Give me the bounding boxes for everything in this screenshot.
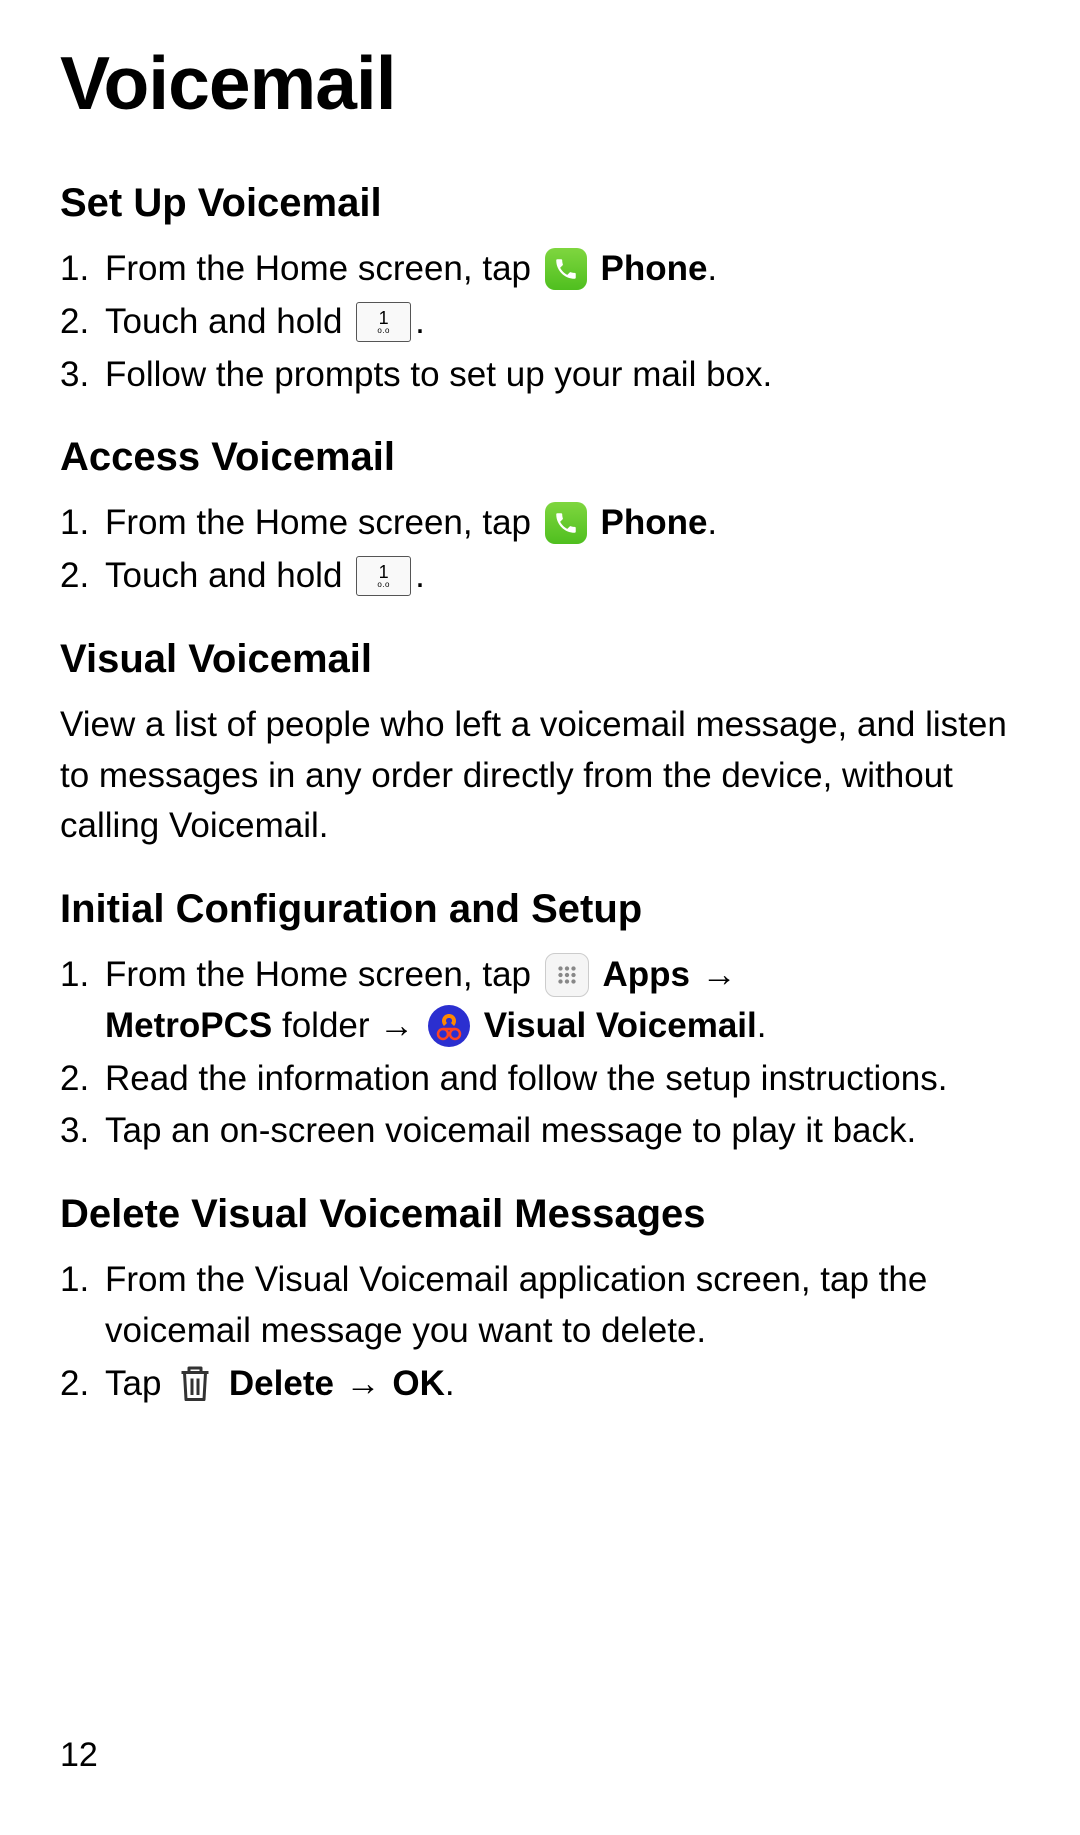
phone-icon — [545, 248, 587, 290]
text: . — [707, 503, 717, 542]
key-1-icon: 1 o.o — [356, 556, 411, 596]
text-bold: Visual Voicemail — [484, 1006, 757, 1045]
list-item: From the Visual Voicemail application sc… — [60, 1255, 1020, 1357]
list-item: Follow the prompts to set up your mail b… — [60, 350, 1020, 401]
heading-delete: Delete Visual Voicemail Messages — [60, 1192, 1020, 1237]
text-bold: MetroPCS — [105, 1006, 272, 1045]
list-item: From the Home screen, tap Apps → MetroPC… — [60, 950, 1020, 1052]
arrow: → — [336, 1364, 390, 1403]
text: Tap — [105, 1364, 171, 1403]
key-number: 1 — [379, 563, 389, 581]
text: From the Home screen, tap — [105, 249, 541, 288]
list-config: From the Home screen, tap Apps → MetroPC… — [60, 950, 1020, 1157]
list-setup: From the Home screen, tap Phone. Touch a… — [60, 244, 1020, 400]
text-bold: Phone — [600, 249, 707, 288]
text-bold: Delete — [229, 1364, 334, 1403]
text: . — [415, 556, 425, 595]
text: . — [707, 249, 717, 288]
text: . — [757, 1006, 767, 1045]
list-item: Tap Delete → OK. — [60, 1359, 1020, 1410]
page-number: 12 — [60, 1736, 98, 1775]
heading-setup: Set Up Voicemail — [60, 181, 1020, 226]
list-item: Tap an on-screen voicemail message to pl… — [60, 1106, 1020, 1157]
apps-icon — [545, 953, 589, 997]
list-item: From the Home screen, tap Phone. — [60, 244, 1020, 295]
heading-visual: Visual Voicemail — [60, 637, 1020, 682]
key-1-icon: 1 o.o — [356, 302, 411, 342]
list-item: Read the information and follow the setu… — [60, 1054, 1020, 1105]
key-sub: o.o — [377, 581, 390, 589]
text: Touch and hold — [105, 302, 352, 341]
trash-icon — [175, 1362, 215, 1404]
page-title: Voicemail — [60, 40, 1020, 126]
heading-config: Initial Configuration and Setup — [60, 887, 1020, 932]
text-bold: Phone — [600, 503, 707, 542]
text: folder → — [272, 1006, 424, 1045]
text: . — [445, 1364, 455, 1403]
text-bold: Apps — [602, 955, 690, 994]
arrow: → — [692, 955, 737, 994]
visual-voicemail-icon — [428, 1005, 470, 1047]
list-item: From the Home screen, tap Phone. — [60, 498, 1020, 549]
heading-access: Access Voicemail — [60, 435, 1020, 480]
text: . — [415, 302, 425, 341]
key-number: 1 — [379, 309, 389, 327]
text: From the Home screen, tap — [105, 955, 541, 994]
paragraph: View a list of people who left a voicema… — [60, 700, 1020, 852]
phone-icon — [545, 502, 587, 544]
list-delete: From the Visual Voicemail application sc… — [60, 1255, 1020, 1409]
text: From the Home screen, tap — [105, 503, 541, 542]
key-sub: o.o — [377, 327, 390, 335]
list-item: Touch and hold 1 o.o . — [60, 297, 1020, 348]
text-bold: OK — [392, 1364, 445, 1403]
text: Touch and hold — [105, 556, 352, 595]
list-access: From the Home screen, tap Phone. Touch a… — [60, 498, 1020, 602]
list-item: Touch and hold 1 o.o . — [60, 551, 1020, 602]
